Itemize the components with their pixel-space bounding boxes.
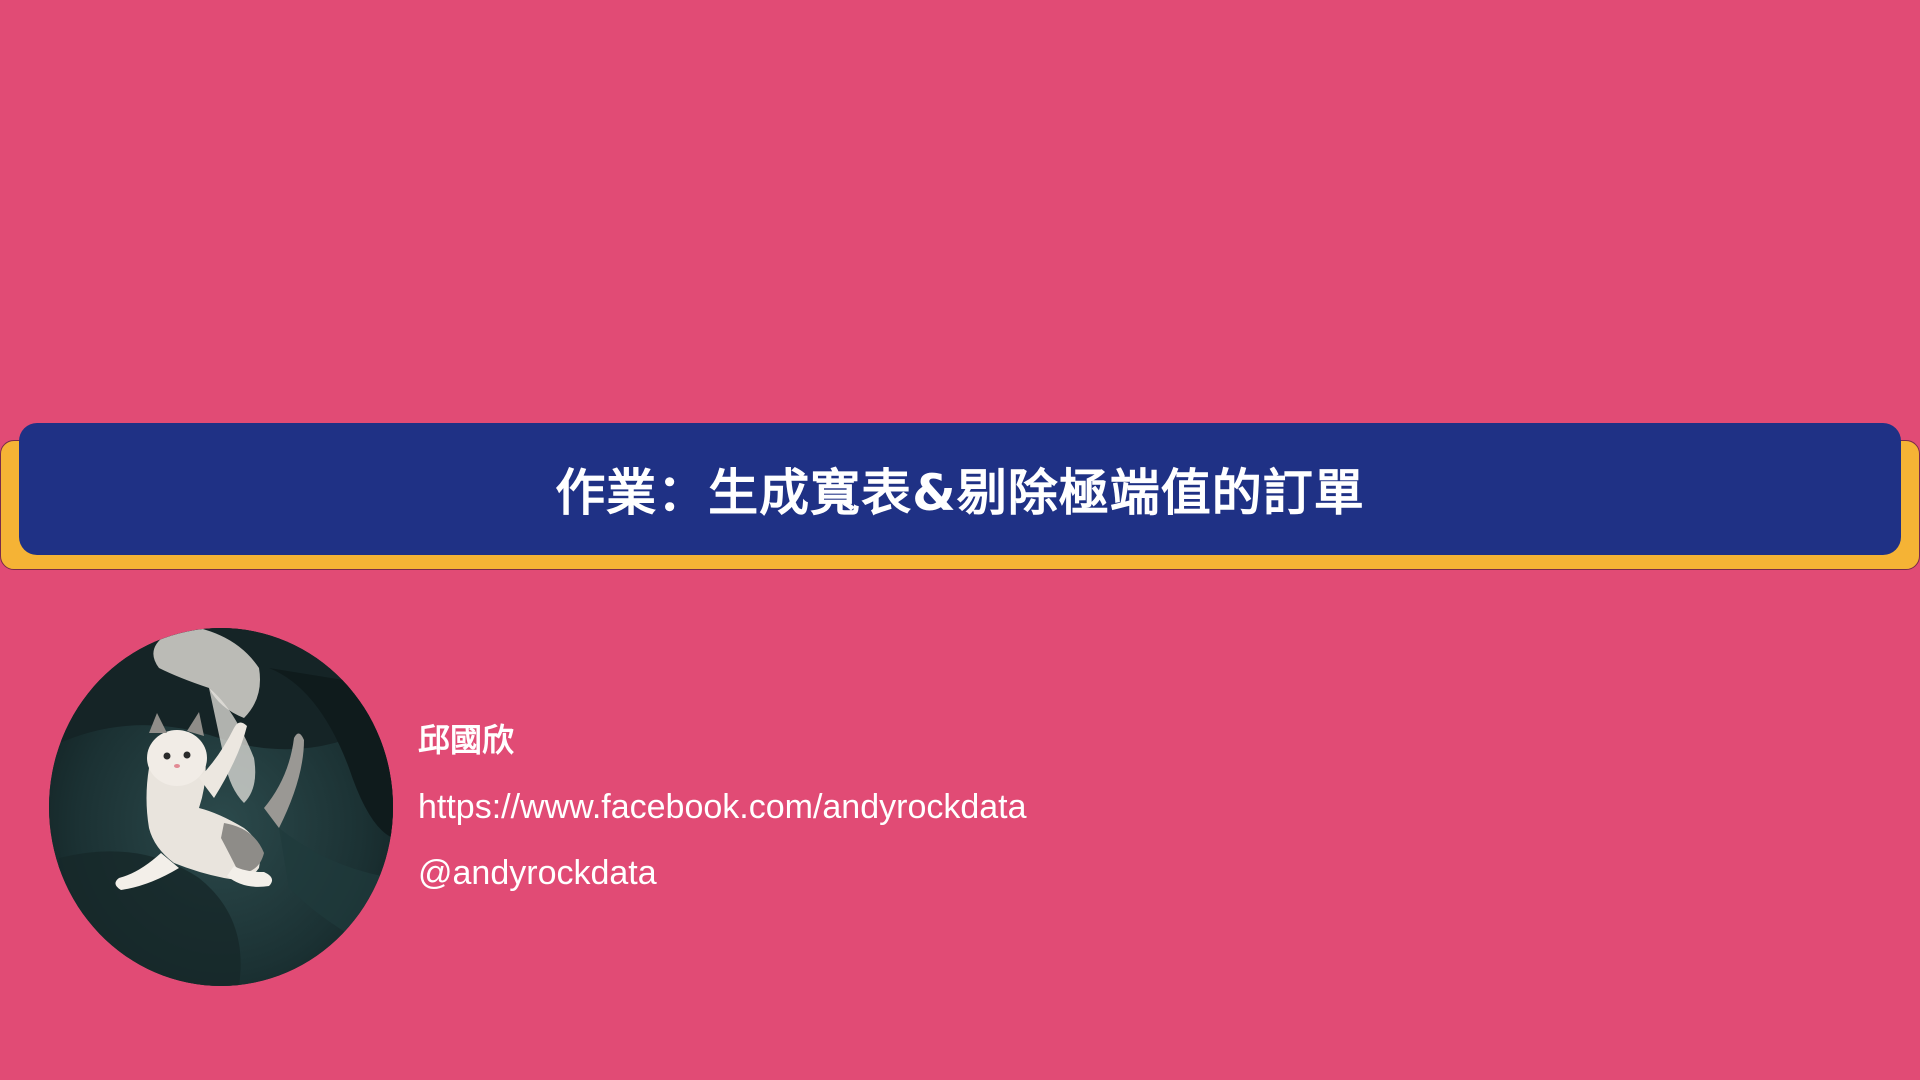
author-name: 邱國欣	[418, 721, 515, 759]
author-handle: @andyrockdata	[418, 854, 657, 892]
kitten-photo-icon	[49, 628, 393, 986]
author-avatar-photo	[49, 628, 393, 986]
author-facebook-link[interactable]: https://www.facebook.com/andyrockdata	[418, 788, 1027, 827]
title-banner: 作業：生成寬表&剔除極端值的訂單	[19, 423, 1901, 555]
slide-title: 作業：生成寬表&剔除極端值的訂單	[555, 464, 1365, 522]
